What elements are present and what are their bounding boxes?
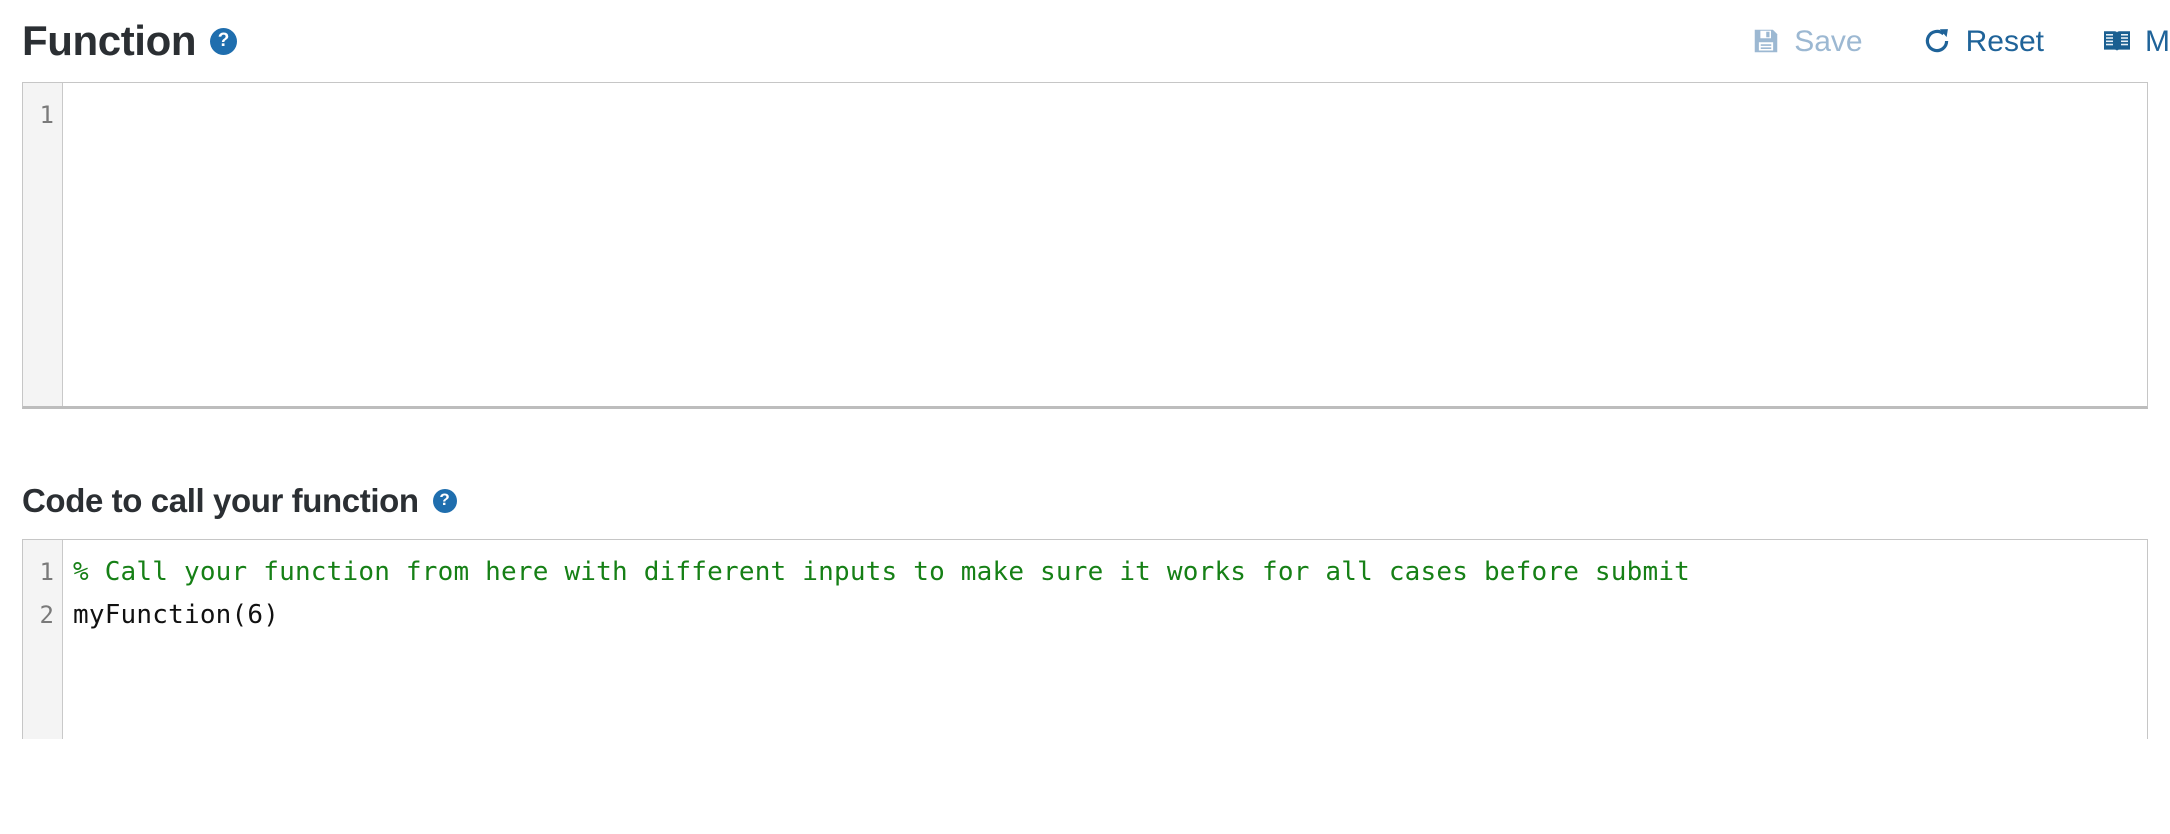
- documentation-button[interactable]: M: [2102, 25, 2170, 57]
- line-number: 1: [39, 101, 54, 129]
- floppy-disk-save-icon: [1751, 26, 1781, 56]
- function-editor-gutter: 1: [23, 83, 63, 406]
- page-title: Function: [22, 17, 197, 64]
- call-help-circle-icon[interactable]: ?: [432, 488, 457, 513]
- line-number: 1: [39, 558, 54, 586]
- call-editor-code-area[interactable]: % Call your function from here with diff…: [63, 540, 2147, 739]
- editor-toolbar: Save Reset M: [1751, 25, 2170, 57]
- function-code-editor[interactable]: 1: [22, 82, 2148, 409]
- circular-refresh-reset-icon: [1921, 25, 1953, 57]
- line-number: 2: [39, 601, 54, 629]
- code-line-statement: myFunction(6): [73, 600, 280, 630]
- coding-exercise-page: Function ? Save Reset M 1 Code to call y…: [0, 0, 2170, 834]
- function-section-header: Function ? Save Reset M: [0, 0, 2170, 82]
- help-icon-glyph: ?: [217, 29, 230, 51]
- call-title-group: Code to call your function ?: [22, 484, 457, 517]
- reset-button[interactable]: Reset: [1921, 25, 2044, 57]
- function-title-group: Function ?: [22, 17, 238, 64]
- call-section-title: Code to call your function: [22, 482, 419, 519]
- call-help-icon-glyph: ?: [439, 490, 450, 509]
- code-line-comment: % Call your function from here with diff…: [73, 557, 1691, 587]
- reset-button-label: Reset: [1965, 25, 2044, 57]
- documentation-button-label: M: [2145, 25, 2170, 57]
- call-code-editor[interactable]: 1 2 % Call your function from here with …: [22, 539, 2148, 739]
- call-editor-gutter: 1 2: [23, 540, 63, 739]
- call-section-header: Code to call your function ?: [0, 484, 2170, 517]
- help-circle-icon[interactable]: ?: [210, 27, 238, 55]
- title-editor-spacer: [0, 517, 2170, 539]
- save-button-label: Save: [1794, 25, 1863, 57]
- save-button[interactable]: Save: [1751, 25, 1863, 57]
- open-book-documentation-icon: [2102, 26, 2132, 56]
- function-editor-code-area[interactable]: [63, 83, 2147, 406]
